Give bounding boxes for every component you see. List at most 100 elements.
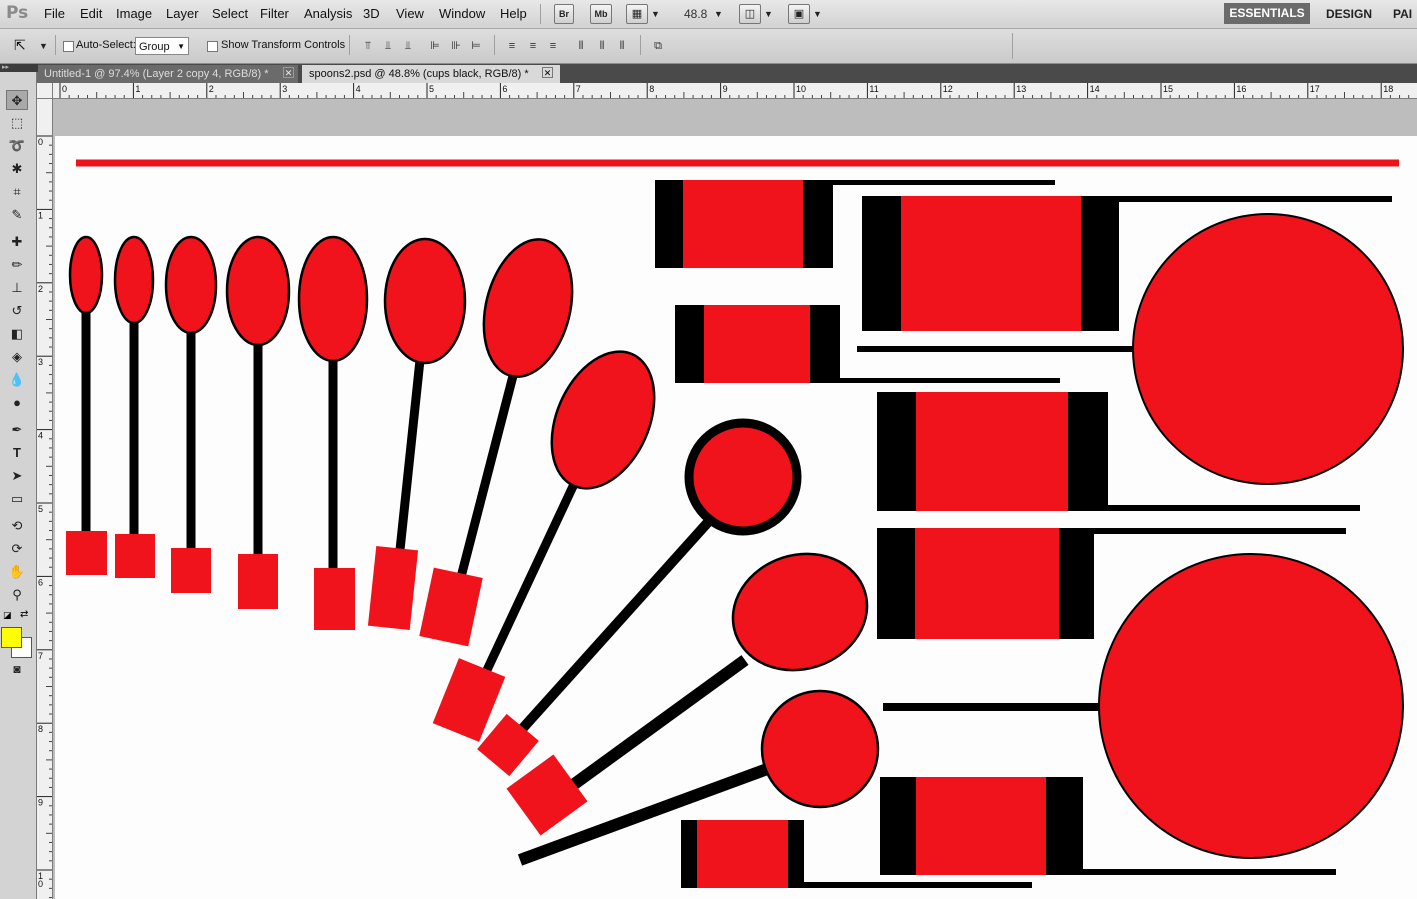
tab-title: Untitled-1 @ 97.4% (Layer 2 copy 4, RGB/…: [44, 68, 269, 80]
toolbox: ▸▸ ✥ ⬚ ➰ ✱ ⌗ ✎ ✚ ✏ ⊥ ↺ ◧ ◈ 💧 ● ✒ T ➤ ▭ ⟲…: [0, 64, 38, 899]
ruler-label: 4: [38, 431, 43, 441]
chevron-down-icon[interactable]: ▼: [651, 9, 660, 19]
auto-select-checkbox[interactable]: [63, 41, 74, 52]
screen-mode-icon[interactable]: ▣: [788, 4, 810, 24]
chevron-down-icon[interactable]: ▼: [764, 9, 773, 19]
menu-edit[interactable]: Edit: [80, 6, 102, 21]
menu-window[interactable]: Window: [439, 6, 485, 21]
spoon-tips: [66, 531, 588, 836]
tab-untitled-1[interactable]: Untitled-1 @ 97.4% (Layer 2 copy 4, RGB/…: [37, 65, 298, 83]
path-select-icon[interactable]: ➤: [6, 466, 28, 486]
workspace-essentials-button[interactable]: ESSENTIALS: [1224, 3, 1310, 24]
clone-stamp-icon[interactable]: ⊥: [6, 278, 28, 298]
quick-mask-icon[interactable]: ◙: [6, 659, 28, 679]
foreground-color-swatch[interactable]: [1, 627, 22, 648]
ruler-label: 0: [38, 879, 43, 889]
distribute-right-icon[interactable]: ⦀: [614, 39, 630, 53]
ruler-label: 7: [38, 651, 43, 661]
move-tool-preset-icon[interactable]: ⇱: [14, 37, 26, 54]
chevron-down-icon[interactable]: ▼: [39, 41, 48, 51]
vertical-ruler[interactable]: 012345678910: [37, 98, 53, 899]
crop-icon[interactable]: ⌗: [6, 182, 28, 202]
chevron-down-icon[interactable]: ▼: [714, 9, 723, 19]
ruler-label: 0: [62, 84, 67, 94]
workspace-painting-button[interactable]: PAI: [1393, 7, 1412, 21]
ruler-label: 5: [429, 84, 434, 94]
align-top-icon[interactable]: ⫪: [360, 39, 376, 53]
ruler-label: 12: [943, 84, 953, 94]
healing-icon[interactable]: ✚: [6, 232, 28, 252]
horizontal-ruler-ticks: 0 1 2 3 4 5 6 7 8 9 10 11 12 13 14 15 16 17 18: [59, 83, 1410, 98]
ruler-label: 16: [1236, 84, 1246, 94]
auto-align-layers-icon[interactable]: ⧉: [650, 39, 666, 53]
3d-orbit-icon[interactable]: ⟳: [6, 539, 28, 559]
marquee-icon[interactable]: ⬚: [6, 113, 28, 133]
plate-2-handle: [883, 703, 1103, 711]
paint-bucket-icon[interactable]: ◈: [6, 347, 28, 367]
ruler-label: 11: [869, 84, 878, 94]
options-separator: [1012, 33, 1013, 59]
chevron-down-icon: ▼: [177, 42, 185, 51]
dodge-icon[interactable]: ●: [6, 393, 28, 413]
history-brush-icon[interactable]: ↺: [6, 301, 28, 321]
chevron-down-icon[interactable]: ▼: [813, 9, 822, 19]
workspace-design-button[interactable]: DESIGN: [1326, 7, 1372, 21]
hand-icon[interactable]: ✋: [6, 562, 28, 582]
options-separator: [55, 35, 56, 55]
align-horizontal-center-icon[interactable]: ⊪: [448, 39, 464, 53]
menu-3d[interactable]: 3D: [363, 6, 380, 21]
3d-rotate-icon[interactable]: ⟲: [6, 516, 28, 536]
ruler-label: 2: [38, 284, 43, 294]
distribute-left-icon[interactable]: ⦀: [573, 39, 589, 53]
document-canvas[interactable]: [55, 136, 1417, 899]
lasso-icon[interactable]: ➰: [6, 136, 28, 156]
menu-view[interactable]: View: [396, 6, 424, 21]
menu-image[interactable]: Image: [116, 6, 152, 21]
move-icon[interactable]: ✥: [6, 90, 28, 110]
eyedropper-icon[interactable]: ✎: [6, 205, 28, 225]
show-transform-controls-checkbox[interactable]: [207, 41, 218, 52]
menu-select[interactable]: Select: [212, 6, 248, 21]
ruler-label: 18: [1383, 84, 1393, 94]
menu-layer[interactable]: Layer: [166, 6, 199, 21]
tab-spoons2[interactable]: spoons2.psd @ 48.8% (cups black, RGB/8) …: [302, 65, 560, 83]
distribute-horizontal-center-icon[interactable]: ⦀: [594, 39, 610, 53]
brush-icon[interactable]: ✏: [6, 255, 28, 275]
align-vertical-center-icon[interactable]: ⫫: [380, 39, 396, 53]
rectangle-icon[interactable]: ▭: [6, 489, 28, 509]
auto-select-target-dropdown[interactable]: Group ▼: [135, 37, 189, 55]
align-right-icon[interactable]: ⊨: [468, 39, 484, 53]
view-extras-icon[interactable]: ▦: [626, 4, 648, 24]
measuring-cups: [655, 180, 1404, 888]
ruler-label: 6: [38, 577, 43, 587]
close-icon[interactable]: ✕: [542, 67, 553, 78]
close-icon[interactable]: ✕: [283, 67, 294, 78]
distribute-vertical-center-icon[interactable]: ≡: [525, 39, 541, 53]
align-left-icon[interactable]: ⊫: [427, 39, 443, 53]
photoshop-logo: Ps: [6, 3, 29, 23]
zoom-icon[interactable]: ⚲: [6, 585, 28, 605]
menu-file[interactable]: File: [44, 6, 65, 21]
quick-select-icon[interactable]: ✱: [6, 159, 28, 179]
menu-analysis[interactable]: Analysis: [304, 6, 352, 21]
type-icon[interactable]: T: [6, 443, 28, 463]
menu-help[interactable]: Help: [500, 6, 527, 21]
blur-icon[interactable]: 💧: [6, 370, 28, 390]
distribute-bottom-icon[interactable]: ≡: [545, 39, 561, 53]
zoom-level[interactable]: 48.8: [684, 7, 707, 21]
mini-bridge-button[interactable]: Mb: [590, 4, 612, 24]
bridge-button[interactable]: Br: [554, 4, 574, 24]
swap-colors-icon[interactable]: ⇄: [20, 609, 28, 620]
distribute-top-icon[interactable]: ≡: [504, 39, 520, 53]
arrange-documents-icon[interactable]: ◫: [739, 4, 761, 24]
plate-1-handle: [857, 346, 1137, 352]
ruler-origin[interactable]: [37, 83, 53, 99]
horizontal-ruler[interactable]: 0 1 2 3 4 5 6 7 8 9 10 11 12 13 14 15 16 17 18: [37, 83, 1417, 99]
align-bottom-icon[interactable]: ⫫: [400, 39, 416, 53]
eraser-icon[interactable]: ◧: [6, 324, 28, 344]
toolbox-grip[interactable]: ▸▸: [0, 64, 38, 72]
spoons-artwork: [66, 159, 1404, 888]
menu-filter[interactable]: Filter: [260, 6, 289, 21]
pen-icon[interactable]: ✒: [6, 420, 28, 440]
default-colors-icon[interactable]: ◪: [3, 610, 12, 621]
